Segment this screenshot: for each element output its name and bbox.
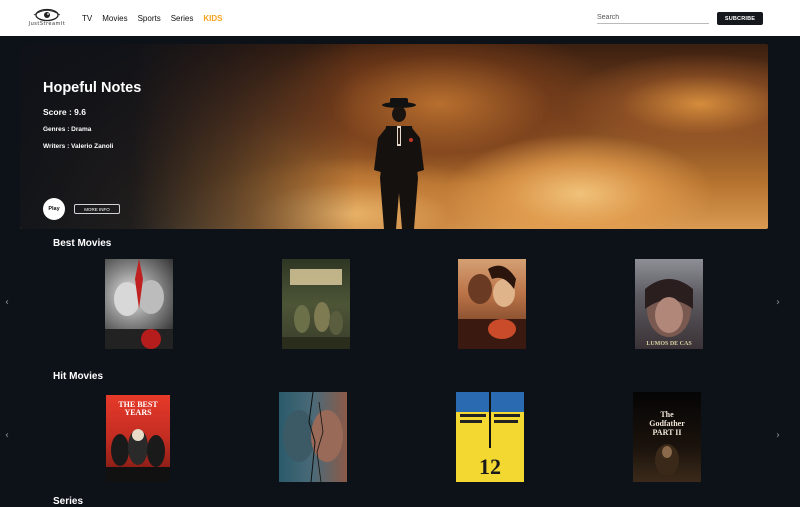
nav-item-series[interactable]: Series (171, 14, 194, 23)
movie-poster[interactable] (279, 392, 347, 482)
movie-poster[interactable] (282, 259, 350, 349)
poster-title: The Godfather PART II (649, 410, 685, 437)
hero-banner: Hopeful Notes Score : 9.6 Genres : Drama… (20, 44, 768, 229)
movie-poster[interactable]: THE BEST YEARS (106, 395, 170, 482)
chevron-left-icon[interactable]: ‹ (5, 297, 9, 308)
more-info-button[interactable]: MORE INFO (74, 204, 120, 214)
movie-poster[interactable]: The Godfather PART II (633, 392, 701, 482)
eye-logo-icon (33, 8, 61, 22)
hero-genres: Genres : Drama (43, 126, 92, 133)
nav-item-sports[interactable]: Sports (138, 14, 161, 23)
site-logo[interactable]: JustStreamIt (22, 8, 72, 30)
best-movies-title: Best Movies (53, 238, 112, 249)
poster-art-image (458, 265, 526, 349)
poster-title: LUMOS DE CAS (646, 341, 692, 347)
hero-shade (20, 44, 768, 229)
series-title: Series (53, 496, 84, 507)
poster-art-image (105, 259, 173, 349)
poster-title: THE BEST YEARS (118, 400, 158, 417)
chevron-left-icon[interactable]: ‹ (5, 430, 9, 441)
hit-movies-title: Hit Movies (53, 371, 104, 382)
poster-art-image (283, 392, 343, 482)
hero-title: Hopeful Notes (43, 80, 142, 96)
movie-poster[interactable]: LUMOS DE CAS (635, 259, 703, 349)
main-nav: TV Movies Sports Series KIDS (82, 14, 233, 23)
top-header: JustStreamIt TV Movies Sports Series KID… (0, 0, 800, 36)
movie-poster[interactable]: 12 (456, 392, 524, 482)
play-button[interactable]: Play (43, 198, 65, 220)
logo-text: JustStreamIt (28, 21, 66, 27)
nav-item-kids[interactable]: KIDS (203, 14, 222, 23)
nav-item-movies[interactable]: Movies (102, 14, 127, 23)
hero-score: Score : 9.6 (43, 107, 86, 117)
search-input[interactable] (597, 11, 709, 24)
movie-poster[interactable] (458, 259, 526, 349)
poster-art-image (282, 269, 350, 349)
hero-writers: Writers : Valerio Zanoli (43, 143, 114, 150)
chevron-right-icon[interactable]: › (776, 297, 780, 308)
nav-item-tv[interactable]: TV (82, 14, 92, 23)
poster-art-image (645, 279, 693, 337)
chevron-right-icon[interactable]: › (776, 430, 780, 441)
movie-poster[interactable] (105, 259, 173, 349)
poster-art-image (655, 444, 679, 476)
poster-title: 12 (479, 454, 501, 479)
subscribe-button[interactable]: SUBCRIBE (717, 12, 763, 25)
